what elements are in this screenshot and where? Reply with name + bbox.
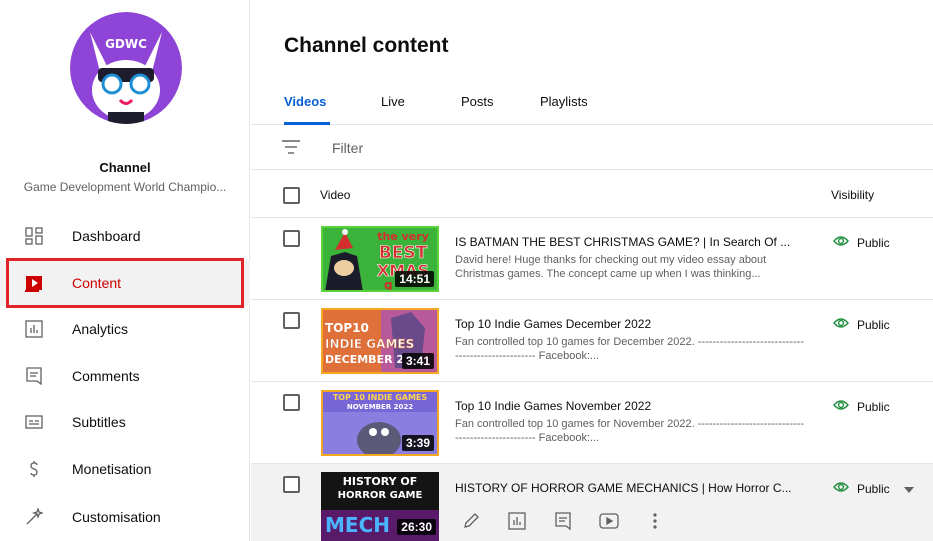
public-eye-icon bbox=[833, 481, 849, 496]
sidebar-item-analytics[interactable]: Analytics bbox=[0, 306, 250, 352]
row-action-bar bbox=[455, 509, 685, 533]
sidebar-item-label: Monetisation bbox=[72, 461, 152, 477]
thumb-text: INDIE GAMES bbox=[325, 337, 414, 351]
table-row[interactable]: the very BEST XMAS g 14:51 IS BATMAN THE… bbox=[251, 218, 933, 300]
sidebar-item-label: Dashboard bbox=[72, 228, 141, 244]
sidebar-item-dashboard[interactable]: Dashboard bbox=[0, 213, 250, 259]
table-row[interactable]: TOP 10 INDIE GAMES NOVEMBER 2022 3:39 To… bbox=[251, 382, 933, 464]
comments-icon bbox=[24, 366, 44, 386]
video-title[interactable]: IS BATMAN THE BEST CHRISTMAS GAME? | In … bbox=[455, 235, 805, 249]
public-eye-icon bbox=[833, 399, 849, 414]
sidebar-item-customisation[interactable]: Customisation bbox=[0, 494, 250, 540]
visibility-label: Public bbox=[857, 317, 890, 332]
video-description: Fan controlled top 10 games for December… bbox=[455, 336, 804, 362]
video-duration: 26:30 bbox=[397, 519, 436, 535]
video-duration: 3:39 bbox=[401, 435, 434, 451]
video-title[interactable]: HISTORY OF HORROR GAME MECHANICS | How H… bbox=[455, 481, 805, 495]
public-eye-icon bbox=[833, 235, 849, 250]
analytics-icon[interactable] bbox=[501, 509, 533, 533]
video-thumbnail[interactable]: the very BEST XMAS g 14:51 bbox=[321, 226, 439, 292]
page-title: Channel content bbox=[284, 34, 449, 57]
more-options-icon[interactable] bbox=[639, 509, 671, 533]
chevron-down-icon[interactable] bbox=[903, 482, 914, 496]
play-icon[interactable] bbox=[593, 509, 625, 533]
tab-playlists[interactable]: Playlists bbox=[540, 94, 588, 109]
video-description: Fan controlled top 10 games for November… bbox=[455, 418, 804, 444]
visibility-label: Public bbox=[857, 235, 890, 250]
video-thumbnail[interactable]: TOP10 INDIE GAMES DECEMBER 2 3:41 bbox=[321, 308, 439, 374]
tab-posts[interactable]: Posts bbox=[461, 94, 494, 109]
monetisation-icon bbox=[24, 459, 44, 479]
analytics-icon bbox=[24, 319, 44, 339]
visibility-label: Public bbox=[857, 399, 890, 414]
thumb-text: TOP10 bbox=[325, 321, 369, 335]
visibility-label: Public bbox=[857, 481, 890, 496]
video-thumbnail[interactable]: TOP 10 INDIE GAMES NOVEMBER 2022 3:39 bbox=[321, 390, 439, 456]
visibility-status[interactable]: Public bbox=[833, 481, 914, 496]
channel-label: Channel bbox=[99, 160, 151, 175]
row-checkbox[interactable] bbox=[283, 394, 300, 411]
sidebar: GDWC Channel Game Development World Cham… bbox=[0, 0, 250, 541]
select-all-checkbox[interactable] bbox=[283, 187, 300, 204]
column-header-video: Video bbox=[320, 188, 351, 202]
main-content: Channel content Videos Live Posts Playli… bbox=[251, 0, 933, 541]
visibility-status[interactable]: Public bbox=[833, 317, 890, 332]
sidebar-item-label: Comments bbox=[72, 368, 140, 384]
comments-icon[interactable] bbox=[547, 509, 579, 533]
filter-icon[interactable] bbox=[282, 140, 300, 154]
video-description: David here! Huge thanks for checking out… bbox=[455, 254, 767, 280]
sidebar-item-label: Subtitles bbox=[72, 414, 126, 430]
filter-bar[interactable]: Filter bbox=[251, 126, 933, 170]
sidebar-item-label: Analytics bbox=[72, 321, 129, 337]
public-eye-icon bbox=[833, 317, 849, 332]
thumb-text: MECH bbox=[325, 513, 390, 537]
row-checkbox[interactable] bbox=[283, 230, 300, 247]
table-row[interactable]: TOP10 INDIE GAMES DECEMBER 2 3:41 Top 10… bbox=[251, 300, 933, 382]
sidebar-item-monetisation[interactable]: Monetisation bbox=[0, 446, 250, 492]
filter-input[interactable]: Filter bbox=[332, 140, 363, 156]
thumb-text: g bbox=[384, 278, 393, 292]
table-header: Video Visibility bbox=[251, 170, 933, 218]
edit-pencil-icon[interactable] bbox=[455, 509, 487, 533]
thumb-text: NOVEMBER 2022 bbox=[347, 403, 413, 411]
sidebar-item-content[interactable]: Content bbox=[0, 260, 250, 306]
tab-active-indicator bbox=[284, 122, 330, 125]
channel-avatar[interactable]: GDWC bbox=[70, 12, 182, 124]
thumb-text: TOP 10 INDIE GAMES bbox=[333, 393, 428, 402]
dashboard-icon bbox=[24, 226, 44, 246]
video-thumbnail[interactable]: HISTORY OF HORROR GAME MECH 26:30 bbox=[321, 472, 439, 541]
thumb-text: DECEMBER 2 bbox=[325, 353, 404, 366]
content-icon bbox=[24, 273, 44, 293]
table-row[interactable]: HISTORY OF HORROR GAME MECH 26:30 HISTOR… bbox=[251, 464, 933, 541]
subtitles-icon bbox=[24, 412, 44, 432]
video-title[interactable]: Top 10 Indie Games November 2022 bbox=[455, 399, 805, 413]
tab-live[interactable]: Live bbox=[381, 94, 405, 109]
thumb-text: the very bbox=[377, 230, 429, 243]
column-header-visibility[interactable]: Visibility bbox=[831, 188, 874, 202]
sidebar-item-label: Content bbox=[72, 275, 122, 291]
sidebar-item-subtitles[interactable]: Subtitles bbox=[0, 399, 250, 445]
row-checkbox[interactable] bbox=[283, 312, 300, 329]
video-title[interactable]: Top 10 Indie Games December 2022 bbox=[455, 317, 805, 331]
thumb-text: BEST bbox=[379, 243, 428, 263]
avatar-logo-text: GDWC bbox=[105, 37, 147, 51]
thumb-text: HORROR GAME bbox=[338, 490, 423, 501]
visibility-status[interactable]: Public bbox=[833, 399, 890, 414]
thumb-text: HISTORY OF bbox=[343, 475, 418, 488]
content-tabs: Videos Live Posts Playlists bbox=[251, 80, 933, 125]
channel-name: Game Development World Champio... bbox=[23, 180, 227, 194]
tab-videos[interactable]: Videos bbox=[284, 94, 326, 109]
sidebar-item-label: Customisation bbox=[72, 509, 161, 525]
sidebar-item-comments[interactable]: Comments bbox=[0, 353, 250, 399]
customisation-icon bbox=[24, 507, 44, 527]
video-duration: 14:51 bbox=[395, 271, 434, 287]
row-checkbox[interactable] bbox=[283, 476, 300, 493]
visibility-status[interactable]: Public bbox=[833, 235, 890, 250]
video-duration: 3:41 bbox=[401, 353, 434, 369]
